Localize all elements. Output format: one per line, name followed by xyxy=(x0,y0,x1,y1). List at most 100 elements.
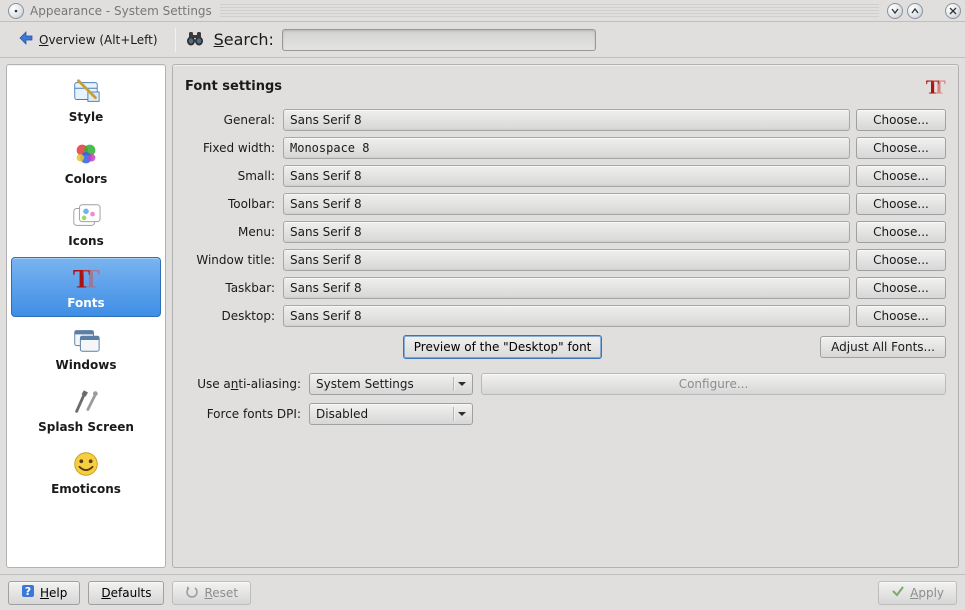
category-sidebar: Style Colors Icons TT Fonts Windows Splash Scr… xyxy=(6,64,166,568)
option-rows: Use anti-aliasing: System Settings Confi… xyxy=(185,373,946,425)
svg-text:?: ? xyxy=(25,585,31,598)
undo-icon xyxy=(185,584,199,601)
anti-aliasing-value: System Settings xyxy=(316,377,414,391)
search-input[interactable] xyxy=(282,29,596,51)
sidebar-item-label: Fonts xyxy=(67,296,104,310)
font-row-label: Window title: xyxy=(185,253,277,267)
choose-font-button[interactable]: Choose... xyxy=(856,249,946,271)
font-row-value: Sans Serif 8 xyxy=(283,109,850,131)
font-row: Taskbar: Sans Serif 8 Choose... xyxy=(185,277,946,299)
anti-aliasing-row: Use anti-aliasing: System Settings Confi… xyxy=(185,373,946,395)
font-rows: General:Sans Serif 8Choose...Fixed width… xyxy=(185,109,946,327)
choose-font-button[interactable]: Choose... xyxy=(856,193,946,215)
anti-aliasing-select[interactable]: System Settings xyxy=(309,373,473,395)
search-label: Search: xyxy=(214,30,274,49)
font-row-value: Sans Serif 8 xyxy=(283,221,850,243)
font-row-value: Sans Serif 8 xyxy=(283,249,850,271)
choose-font-button[interactable]: Choose... xyxy=(856,305,946,327)
fonts-icon: TT xyxy=(70,262,102,294)
font-row-value: Sans Serif 8 xyxy=(283,305,850,327)
sidebar-item-fonts[interactable]: TT Fonts xyxy=(11,257,161,317)
back-arrow-icon xyxy=(17,29,35,50)
help-label: Help xyxy=(40,586,67,600)
windows-icon xyxy=(70,324,102,356)
icons-icon xyxy=(70,200,102,232)
defaults-label: Defaults xyxy=(101,586,151,600)
font-row: Menu: Sans Serif 8 Choose... xyxy=(185,221,946,243)
sidebar-item-label: Windows xyxy=(56,358,117,372)
overview-button[interactable]: Overview (Alt+Left) xyxy=(8,25,167,54)
window-title: Appearance - System Settings xyxy=(30,4,212,18)
reset-label: Reset xyxy=(204,586,238,600)
choose-font-button[interactable]: Choose... xyxy=(856,221,946,243)
titlebar: Appearance - System Settings xyxy=(0,0,965,22)
font-row-value: Monospace 8 xyxy=(283,137,850,159)
window-menu-button[interactable] xyxy=(8,3,24,19)
svg-text:T: T xyxy=(82,264,100,293)
overview-label: Overview (Alt+Left) xyxy=(39,33,158,47)
font-row-label: Toolbar: xyxy=(185,197,277,211)
sidebar-item-emoticons[interactable]: Emoticons xyxy=(11,443,161,503)
apply-label: Apply xyxy=(910,586,944,600)
font-row: Window title: Sans Serif 8 Choose... xyxy=(185,249,946,271)
settings-panel: Font settings T T General: Sans Serif 8 Ch… xyxy=(172,64,959,568)
choose-font-button[interactable]: Choose... xyxy=(856,109,946,131)
choose-font-button[interactable]: Choose... xyxy=(856,165,946,187)
font-row: Desktop: Sans Serif 8 Choose... xyxy=(185,305,946,327)
font-row-label: Small: xyxy=(185,169,277,183)
defaults-button[interactable]: Defaults xyxy=(88,581,164,605)
font-row-label: Menu: xyxy=(185,225,277,239)
sidebar-item-label: Colors xyxy=(65,172,107,186)
check-icon xyxy=(891,584,905,601)
help-icon: ? xyxy=(21,584,35,601)
maximize-button[interactable] xyxy=(907,3,923,19)
apply-button[interactable]: Apply xyxy=(878,581,957,605)
toolbar-separator xyxy=(175,28,176,52)
anti-aliasing-label: Use anti-aliasing: xyxy=(185,377,301,391)
emoticons-icon xyxy=(70,448,102,480)
preview-row: Preview of the "Desktop" font Adjust All… xyxy=(185,335,946,359)
panel-title: Font settings xyxy=(185,79,282,94)
sidebar-item-windows[interactable]: Windows xyxy=(11,319,161,379)
reset-button[interactable]: Reset xyxy=(172,581,251,605)
font-row-label: General: xyxy=(185,113,277,127)
panel-header: Font settings T T xyxy=(185,75,946,97)
font-row-label: Taskbar: xyxy=(185,281,277,295)
button-bar: ? Help Defaults Reset Apply xyxy=(0,574,965,610)
font-row-value: Sans Serif 8 xyxy=(283,165,850,187)
force-dpi-row: Force fonts DPI: Disabled xyxy=(185,403,946,425)
font-row: General: Sans Serif 8 Choose... xyxy=(185,109,946,131)
fonts-header-icon: T T xyxy=(924,75,946,97)
colors-icon xyxy=(70,138,102,170)
svg-text:T: T xyxy=(932,76,946,97)
preview-font-button[interactable]: Preview of the "Desktop" font xyxy=(403,335,603,359)
sidebar-item-label: Splash Screen xyxy=(38,420,134,434)
help-button[interactable]: ? Help xyxy=(8,581,80,605)
adjust-all-fonts-button[interactable]: Adjust All Fonts... xyxy=(820,336,946,358)
choose-font-button[interactable]: Choose... xyxy=(856,137,946,159)
choose-font-button[interactable]: Choose... xyxy=(856,277,946,299)
font-row: Small: Sans Serif 8 Choose... xyxy=(185,165,946,187)
sidebar-item-label: Icons xyxy=(68,234,104,248)
sidebar-item-colors[interactable]: Colors xyxy=(11,133,161,193)
sidebar-item-icons[interactable]: Icons xyxy=(11,195,161,255)
force-dpi-label: Force fonts DPI: xyxy=(185,407,301,421)
sidebar-item-splash[interactable]: Splash Screen xyxy=(11,381,161,441)
titlebar-stripes xyxy=(220,4,879,18)
font-row: Fixed width: Monospace 8 Choose... xyxy=(185,137,946,159)
close-button[interactable] xyxy=(945,3,961,19)
sidebar-item-label: Emoticons xyxy=(51,482,121,496)
sidebar-item-label: Style xyxy=(69,110,103,124)
sidebar-item-style[interactable]: Style xyxy=(11,71,161,131)
binoculars-icon xyxy=(184,27,206,52)
minimize-button[interactable] xyxy=(887,3,903,19)
font-row-label: Fixed width: xyxy=(185,141,277,155)
font-row-label: Desktop: xyxy=(185,309,277,323)
font-row-value: Sans Serif 8 xyxy=(283,277,850,299)
toolbar: Overview (Alt+Left) Search: xyxy=(0,22,965,58)
anti-aliasing-configure-button[interactable]: Configure... xyxy=(481,373,946,395)
content-area: StyleColorsIconsTTFontsWindowsSplash Scr… xyxy=(0,58,965,574)
splash-icon xyxy=(70,386,102,418)
style-icon xyxy=(70,76,102,108)
force-dpi-select[interactable]: Disabled xyxy=(309,403,473,425)
